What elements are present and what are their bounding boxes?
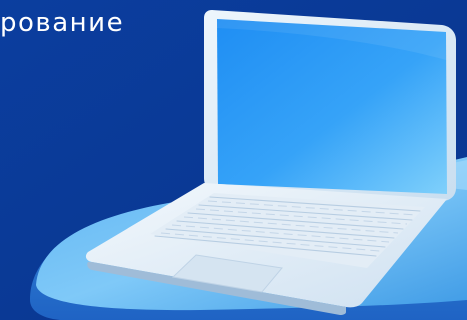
promo-banner: рование bbox=[0, 0, 467, 320]
laptop-lid bbox=[204, 10, 456, 201]
laptop-icon bbox=[30, 10, 467, 320]
